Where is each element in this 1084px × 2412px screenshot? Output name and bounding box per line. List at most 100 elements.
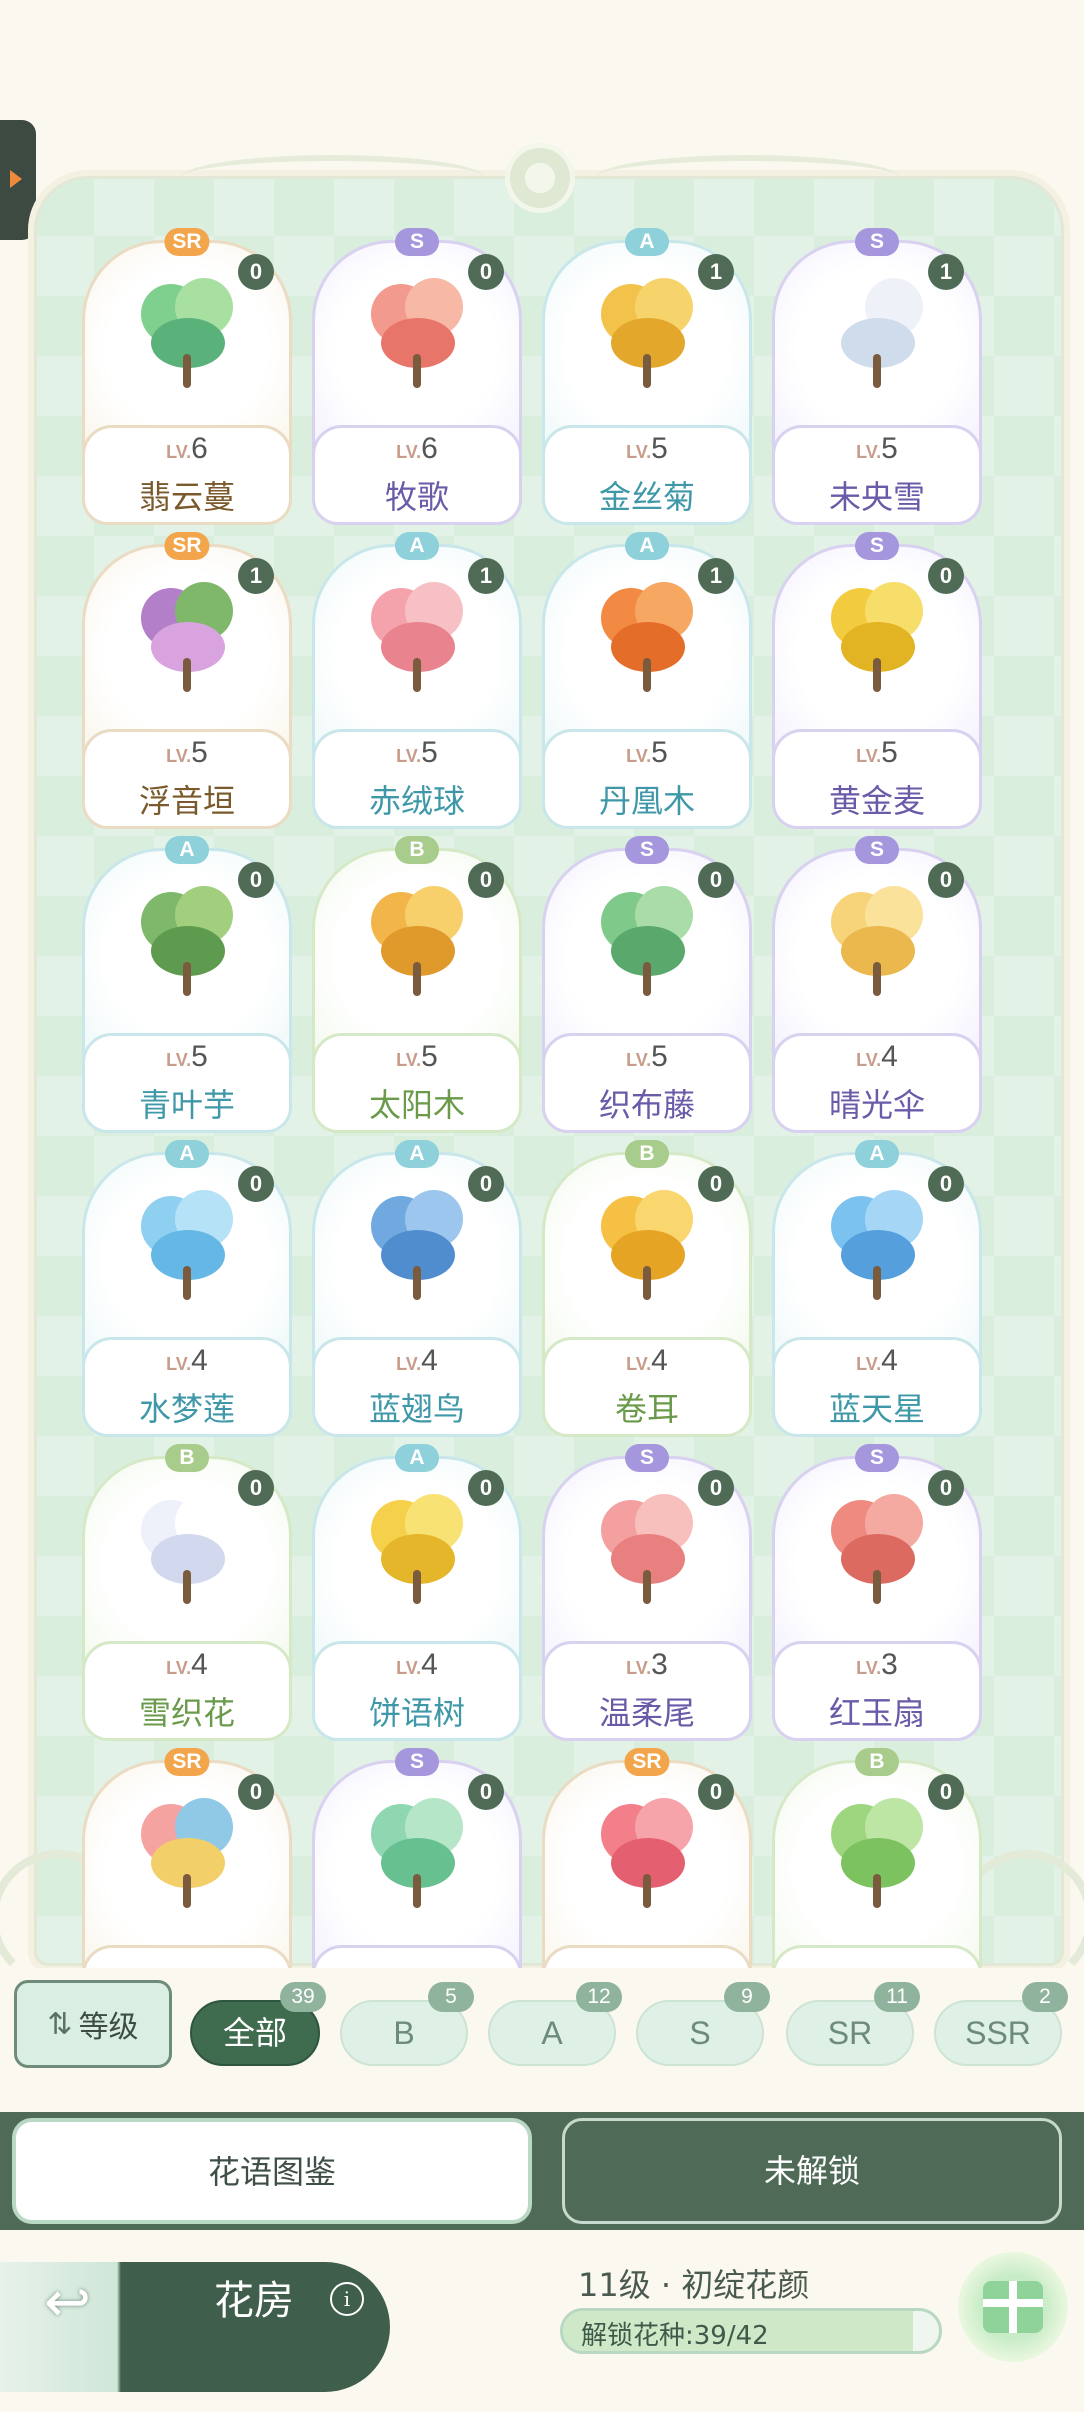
filter-chip-count: 39 (280, 1982, 326, 2012)
filter-chip-label: 全部 (222, 2014, 287, 2052)
rarity-badge: A (855, 1140, 899, 1168)
flower-card[interactable]: A 0 LV.4 水梦莲 (82, 1140, 292, 1437)
flower-name: 织布藤 (598, 1086, 695, 1124)
filter-chip[interactable]: A 12 (488, 1982, 622, 2066)
owned-count-badge: 0 (238, 862, 274, 898)
rarity-badge: SR (164, 228, 210, 256)
flower-card[interactable]: A 1 LV.5 丹凰木 (542, 532, 752, 829)
level-text: LV.5 (166, 1040, 208, 1073)
flower-card[interactable]: A 0 LV.4 蓝翅鸟 (312, 1140, 522, 1437)
flower-card[interactable]: SR 0 LV.6 翡云蔓 (82, 228, 292, 525)
filter-chip-count: 9 (724, 1982, 770, 2012)
filter-chip[interactable]: 全部 39 (190, 1982, 326, 2066)
flower-name: 黄金麦 (828, 782, 925, 820)
flower-card[interactable]: A 1 LV.5 赤绒球 (312, 532, 522, 829)
rarity-badge: A (625, 532, 669, 560)
owned-count-badge: 0 (238, 1470, 274, 1506)
flower-illustration (587, 1490, 707, 1610)
owned-count-badge: 0 (698, 862, 734, 898)
flower-name: 浮音垣 (138, 782, 235, 820)
rarity-badge: A (395, 1140, 439, 1168)
flower-card[interactable]: B 0 LV.4 卷耳 (542, 1140, 752, 1437)
flower-illustration (357, 1186, 477, 1306)
gift-reward-button[interactable] (958, 2252, 1068, 2362)
level-text: LV.4 (396, 1344, 438, 1377)
flower-card[interactable]: A 0 LV.4 蓝天星 (772, 1140, 982, 1437)
panel-crest-ornament (180, 128, 900, 228)
filter-chip[interactable]: B 5 (340, 1982, 474, 2066)
flower-card[interactable]: A 0 LV.5 青叶芋 (82, 836, 292, 1133)
level-text: LV.4 (396, 1648, 438, 1681)
flower-card[interactable]: A 0 LV.4 饼语树 (312, 1444, 522, 1741)
owned-count-badge: 0 (238, 1166, 274, 1202)
filter-chip-count: 5 (428, 1982, 474, 2012)
level-text: LV.4 (626, 1344, 668, 1377)
level-text: LV.5 (396, 736, 438, 769)
flower-name: 温柔尾 (598, 1694, 695, 1732)
flower-card[interactable]: B 0 LV.5 太阳木 (312, 836, 522, 1133)
flower-illustration (817, 578, 937, 698)
level-text: LV.4 (166, 1344, 208, 1377)
filter-chip[interactable]: SR 11 (786, 1982, 920, 2066)
flower-card[interactable]: B 0 LV.4 雪织花 (82, 1444, 292, 1741)
filter-chip-label: B (393, 2015, 415, 2051)
flower-name: 牧歌 (384, 478, 449, 516)
flower-name: 青叶芋 (138, 1086, 235, 1124)
garden-level-text: 11级 · 初绽花颜 (578, 2266, 810, 2304)
flower-card[interactable]: S 1 LV.5 未央雪 (772, 228, 982, 525)
rarity-badge: S (855, 532, 899, 560)
sort-by-level-button[interactable]: ⇅ 等级 (14, 1980, 172, 2068)
filter-chip[interactable]: SSR 2 (934, 1982, 1068, 2066)
owned-count-badge: 0 (698, 1166, 734, 1202)
level-text: LV.4 (166, 1648, 208, 1681)
filter-bar: ⇅ 等级 全部 39 B 5A 12 S 9 SR 11 SSR 2 (0, 1968, 1084, 2068)
filter-chip-label: S (689, 2015, 711, 2051)
flower-illustration (357, 882, 477, 1002)
rarity-badge: S (395, 228, 439, 256)
flower-name: 水梦莲 (138, 1390, 235, 1428)
level-text: LV.4 (856, 1344, 898, 1377)
flower-illustration (817, 1794, 937, 1914)
flower-illustration (817, 1490, 937, 1610)
flower-card[interactable]: S 0 LV.6 牧歌 (312, 228, 522, 525)
flower-illustration (817, 1186, 937, 1306)
flower-card[interactable]: S 0 LV.5 黄金麦 (772, 532, 982, 829)
level-text: LV.5 (626, 432, 668, 465)
flower-name: 红玉扇 (828, 1694, 925, 1732)
owned-count-badge: 0 (468, 862, 504, 898)
sort-icon: ⇅ (47, 2006, 73, 2042)
owned-count-badge: 1 (698, 558, 734, 594)
filter-chip-label: SSR (965, 2015, 1031, 2051)
owned-count-badge: 0 (928, 1470, 964, 1506)
rarity-badge: SR (164, 532, 210, 560)
filter-chip-count: 12 (576, 1982, 622, 2012)
flower-illustration (127, 1186, 247, 1306)
filter-chip-label: SR (827, 2015, 873, 2051)
flower-illustration (357, 1490, 477, 1610)
flower-card[interactable]: SR 1 LV.5 浮音垣 (82, 532, 292, 829)
level-text: LV.3 (856, 1648, 898, 1681)
flower-card[interactable]: S 0 LV.3 温柔尾 (542, 1444, 752, 1741)
flower-name: 晴光伞 (828, 1086, 925, 1124)
flower-name: 赤绒球 (368, 782, 465, 820)
flower-illustration (587, 274, 707, 394)
flower-illustration (127, 882, 247, 1002)
tab-flower-catalog[interactable]: 花语图鉴 (12, 2118, 532, 2224)
info-icon[interactable]: i (330, 2282, 364, 2316)
tab-locked[interactable]: 未解锁 (562, 2118, 1062, 2224)
flower-card[interactable]: S 0 LV.4 晴光伞 (772, 836, 982, 1133)
flower-illustration (817, 882, 937, 1002)
flower-card[interactable]: A 1 LV.5 金丝菊 (542, 228, 752, 525)
rarity-badge: B (625, 1140, 669, 1168)
owned-count-badge: 1 (238, 558, 274, 594)
flower-card[interactable]: S 0 LV.5 织布藤 (542, 836, 752, 1133)
level-text: LV.6 (396, 432, 438, 465)
rarity-badge: S (855, 1444, 899, 1472)
flower-card[interactable]: S 0 LV.3 红玉扇 (772, 1444, 982, 1741)
owned-count-badge: 1 (928, 254, 964, 290)
level-text: LV.4 (856, 1040, 898, 1073)
rarity-badge: A (395, 1444, 439, 1472)
filter-chip[interactable]: S 9 (636, 1982, 770, 2066)
owned-count-badge: 0 (928, 1774, 964, 1810)
flower-illustration (127, 1490, 247, 1610)
